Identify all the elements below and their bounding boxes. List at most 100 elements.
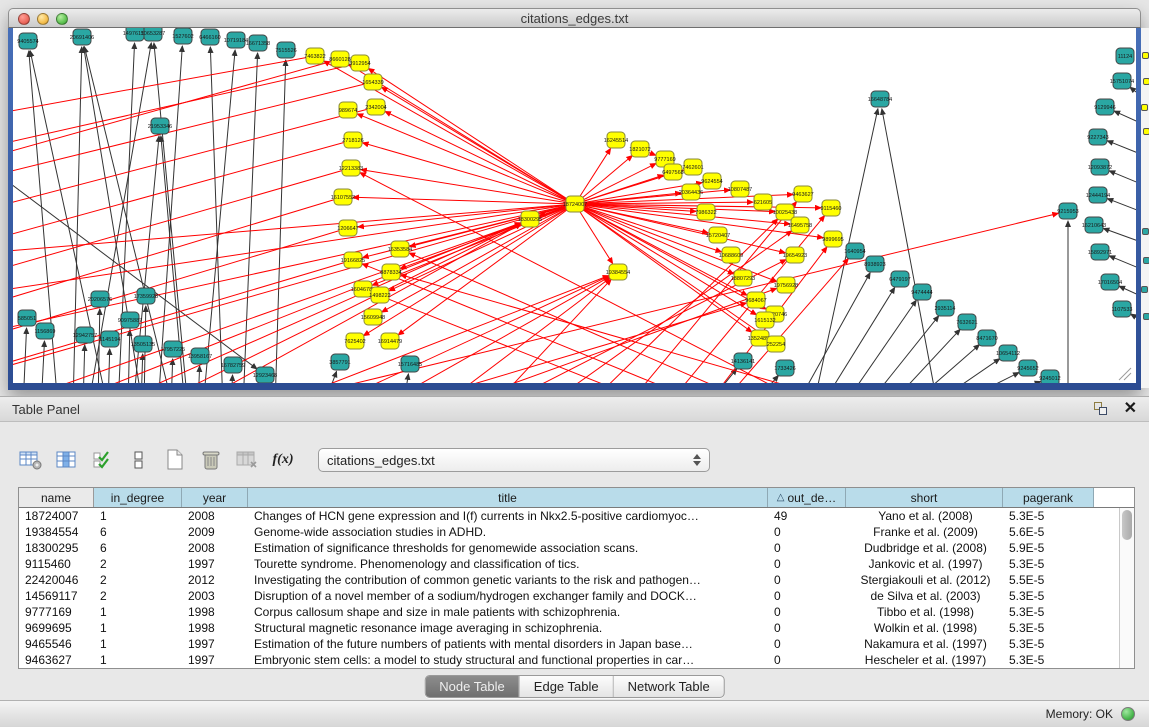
cell-year[interactable]: 2009 xyxy=(182,524,248,540)
network-node[interactable]: 12444194 xyxy=(1086,187,1110,203)
cell-out_de[interactable]: 49 xyxy=(768,508,846,524)
network-node[interactable]: 3857791 xyxy=(329,354,350,370)
cell-in_degree[interactable]: 2 xyxy=(94,556,182,572)
cell-in_degree[interactable]: 1 xyxy=(94,652,182,668)
cell-title[interactable]: Changes of HCN gene expression and I(f) … xyxy=(248,508,768,524)
cell-year[interactable]: 1997 xyxy=(182,652,248,668)
resize-grip[interactable] xyxy=(1119,368,1131,380)
cell-pagerank[interactable]: 5.3E-5 xyxy=(1003,588,1094,604)
table-row[interactable]: 911546021997Tourette syndrome. Phenomeno… xyxy=(19,556,1134,572)
cell-out_de[interactable]: 0 xyxy=(768,540,846,556)
network-node[interactable]: 989674 xyxy=(339,102,357,118)
cell-title[interactable]: Investigating the contribution of common… xyxy=(248,572,768,588)
network-node[interactable]: 20364436 xyxy=(679,184,703,200)
cell-year[interactable]: 2012 xyxy=(182,572,248,588)
delete-column-icon[interactable] xyxy=(198,447,224,473)
table-row[interactable]: 1456911722003Disruption of a novel membe… xyxy=(19,588,1134,604)
network-node[interactable]: 2935114 xyxy=(934,300,955,316)
column-header-short[interactable]: short xyxy=(846,488,1003,507)
delete-table-icon[interactable] xyxy=(234,447,260,473)
network-node[interactable]: 10807487 xyxy=(728,181,752,197)
table-mode-icon[interactable] xyxy=(126,447,152,473)
network-node[interactable]: 9624554 xyxy=(701,173,722,189)
cell-title[interactable]: Structural magnetic resonance image aver… xyxy=(248,620,768,636)
network-node[interactable]: 17957225 xyxy=(161,341,185,357)
network-node[interactable]: 7515526 xyxy=(275,42,296,58)
table-row[interactable]: 1872400712008Changes of HCN gene express… xyxy=(19,508,1134,524)
network-node[interactable]: 15751074 xyxy=(1110,73,1134,89)
network-node[interactable]: 16914479 xyxy=(378,333,402,349)
network-node[interactable]: 14136141 xyxy=(731,353,755,369)
network-node[interactable]: 7986322 xyxy=(695,204,716,220)
network-node[interactable]: 9684067 xyxy=(745,292,766,308)
cell-year[interactable]: 1997 xyxy=(182,556,248,572)
network-node[interactable]: 7632621 xyxy=(956,314,977,330)
cell-in_degree[interactable]: 2 xyxy=(94,572,182,588)
network-node[interactable]: 7625402 xyxy=(344,333,365,349)
cell-pagerank[interactable]: 5.5E-5 xyxy=(1003,572,1094,588)
window-titlebar[interactable]: citations_edges.txt xyxy=(8,8,1141,28)
cell-year[interactable]: 1997 xyxy=(182,636,248,652)
cell-in_degree[interactable]: 1 xyxy=(94,508,182,524)
cell-in_degree[interactable]: 6 xyxy=(94,540,182,556)
network-node[interactable]: 18807293 xyxy=(731,270,755,286)
cell-year[interactable]: 2008 xyxy=(182,540,248,556)
select-rows-icon[interactable] xyxy=(90,447,116,473)
column-header-out_de[interactable]: △out_de… xyxy=(768,488,846,507)
table-options-icon[interactable] xyxy=(18,447,44,473)
network-node[interactable]: 9463627 xyxy=(792,186,813,202)
network-node[interactable]: 6466160 xyxy=(199,29,220,45)
network-node[interactable]: 7463822 xyxy=(304,48,325,64)
network-node[interactable]: 10653287 xyxy=(141,28,165,41)
network-node[interactable]: 9474444 xyxy=(911,284,932,300)
table-row[interactable]: 2242004622012Investigating the contribut… xyxy=(19,572,1134,588)
network-node[interactable]: 16671358 xyxy=(246,35,270,51)
network-node[interactable]: 9129946 xyxy=(1094,99,1115,115)
tab-node-table[interactable]: Node Table xyxy=(425,676,520,697)
cell-short[interactable]: Wolkin et al. (1998) xyxy=(846,620,1003,636)
network-node[interactable]: 1206647 xyxy=(337,220,358,236)
network-node[interactable]: 19756928 xyxy=(774,277,798,293)
network-node[interactable]: 19654923 xyxy=(783,247,807,263)
float-panel-icon[interactable] xyxy=(1092,401,1110,417)
cell-short[interactable]: Hescheler et al. (1997) xyxy=(846,652,1003,668)
tab-edge-table[interactable]: Edge Table xyxy=(520,676,614,697)
cell-short[interactable]: Jankovic et al. (1997) xyxy=(846,556,1003,572)
cell-pagerank[interactable]: 5.3E-5 xyxy=(1003,508,1094,524)
network-node[interactable]: 17016504 xyxy=(1098,274,1122,290)
column-header-name[interactable]: name xyxy=(19,488,94,507)
cell-short[interactable]: Nakamura et al. (1997) xyxy=(846,636,1003,652)
column-header-title[interactable]: title xyxy=(248,488,768,507)
network-node[interactable]: 9405574 xyxy=(17,33,38,49)
network-node[interactable]: 9115460 xyxy=(820,200,841,216)
network-node[interactable]: 10688609 xyxy=(719,247,743,263)
network-node[interactable]: 20691406 xyxy=(70,29,94,45)
cell-pagerank[interactable]: 5.3E-5 xyxy=(1003,620,1094,636)
network-node[interactable]: 621605 xyxy=(754,194,772,210)
cell-year[interactable]: 2003 xyxy=(182,588,248,604)
network-node[interactable]: 6479197 xyxy=(889,271,910,287)
cell-out_de[interactable]: 0 xyxy=(768,556,846,572)
network-node[interactable]: 1145194 xyxy=(99,331,120,347)
function-builder-icon[interactable]: f(x) xyxy=(270,447,296,473)
table-scrollbar[interactable] xyxy=(1119,508,1134,668)
cell-in_degree[interactable]: 1 xyxy=(94,604,182,620)
cell-pagerank[interactable]: 5.3E-5 xyxy=(1003,604,1094,620)
cell-year[interactable]: 1998 xyxy=(182,604,248,620)
network-node[interactable]: 1615132 xyxy=(754,312,775,328)
network-node[interactable]: 1733426 xyxy=(774,360,795,376)
network-node[interactable]: 9245652 xyxy=(1017,360,1038,376)
table-row[interactable]: 969969511998Structural magnetic resonanc… xyxy=(19,620,1134,636)
cell-short[interactable]: Stergiakouli et al. (2012) xyxy=(846,572,1003,588)
network-node[interactable]: 20206576 xyxy=(88,291,112,307)
cell-name[interactable]: 9115460 xyxy=(19,556,94,572)
cell-name[interactable]: 22420046 xyxy=(19,572,94,588)
table-row[interactable]: 1830029562008Estimation of significance … xyxy=(19,540,1134,556)
cell-out_de[interactable]: 0 xyxy=(768,636,846,652)
cell-name[interactable]: 14569117 xyxy=(19,588,94,604)
network-node[interactable]: 1640954 xyxy=(844,243,865,259)
cell-name[interactable]: 9463627 xyxy=(19,652,94,668)
cell-short[interactable]: Yano et al. (2008) xyxy=(846,508,1003,524)
network-node[interactable]: 18724007 xyxy=(563,196,587,212)
network-node[interactable]: 9215953 xyxy=(1057,203,1078,219)
